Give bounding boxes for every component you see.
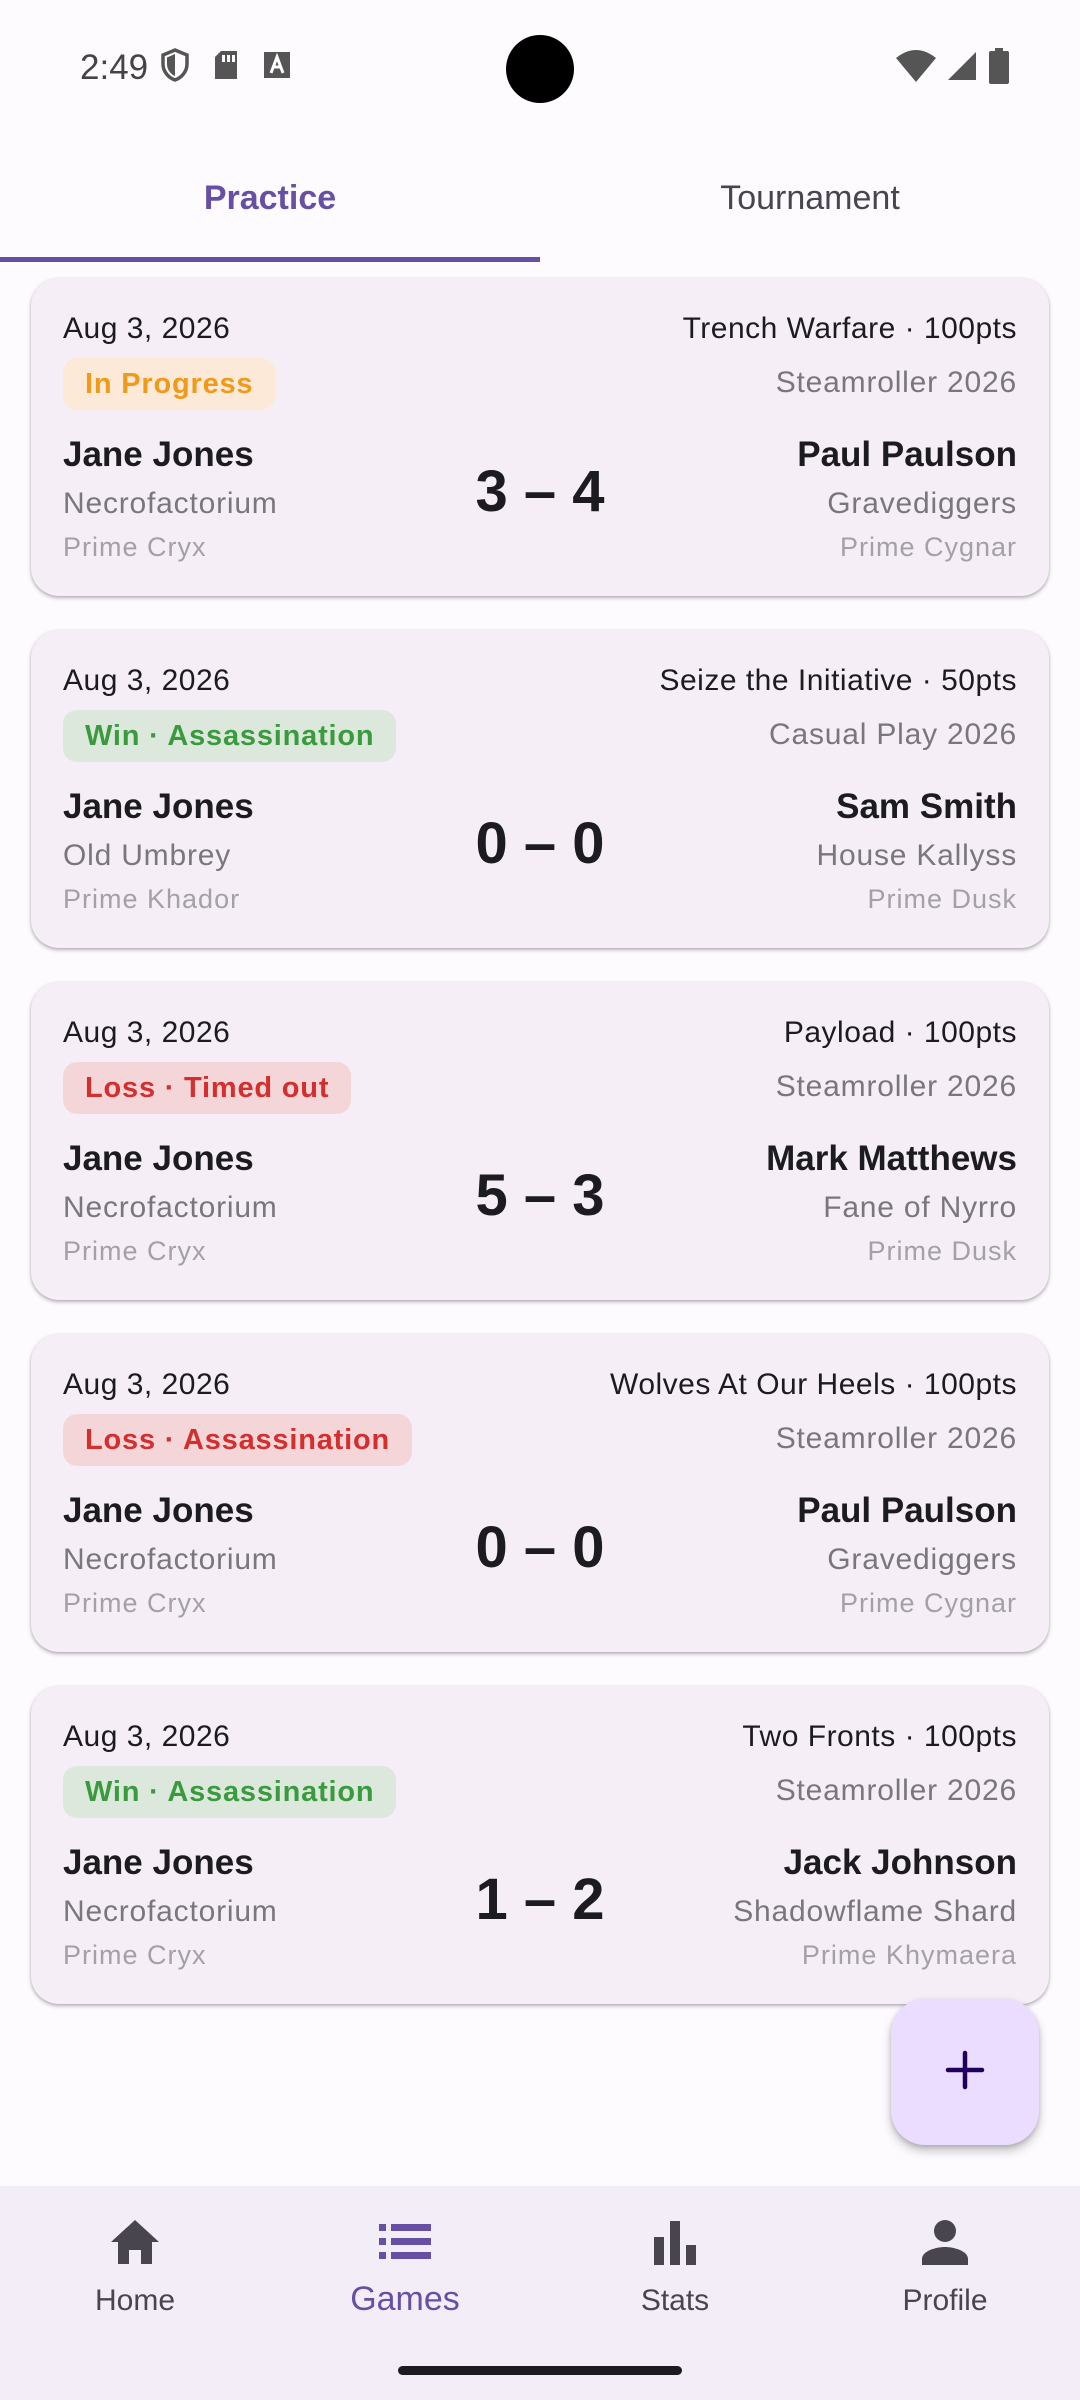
game-card[interactable]: Aug 3, 2026 Two Fronts · 100pts Win · As… <box>31 1686 1049 2004</box>
wifi-icon <box>896 50 936 82</box>
game-card[interactable]: Aug 3, 2026 Trench Warfare · 100pts In P… <box>31 278 1049 596</box>
tab-bar: Practice Tournament <box>0 135 1080 262</box>
game-event: Casual Play 2026 <box>769 718 1017 751</box>
game-date: Aug 3, 2026 <box>63 1368 231 1401</box>
camera-cutout <box>506 35 574 103</box>
game-scenario: Two Fronts · 100pts <box>742 1720 1017 1753</box>
game-scenario: Wolves At Our Heels · 100pts <box>610 1368 1017 1401</box>
player2-caster: Prime Cygnar <box>839 1588 1017 1618</box>
tab-indicator <box>0 257 540 262</box>
player1-caster: Prime Cryx <box>63 532 207 562</box>
nav-item-home[interactable]: Home <box>35 2210 235 2340</box>
game-date: Aug 3, 2026 <box>63 664 231 697</box>
player2-caster: Prime Cygnar <box>839 532 1017 562</box>
player2-faction: House Kallyss <box>816 839 1017 872</box>
battery-icon <box>988 48 1010 84</box>
shield-icon <box>160 48 190 82</box>
status-badge: Win · Assassination <box>63 1766 397 1818</box>
status-time: 2:49 <box>80 48 149 87</box>
game-scenario: Trench Warfare · 100pts <box>682 312 1017 345</box>
game-event: Steamroller 2026 <box>775 366 1017 399</box>
game-event: Steamroller 2026 <box>775 1070 1017 1103</box>
game-event: Steamroller 2026 <box>775 1422 1017 1455</box>
player2-name: Mark Matthews <box>766 1139 1017 1178</box>
game-card[interactable]: Aug 3, 2026 Seize the Initiative · 50pts… <box>31 630 1049 948</box>
player2-faction: Fane of Nyrro <box>823 1191 1017 1224</box>
tab-practice[interactable]: Practice <box>0 135 540 262</box>
player2-name: Sam Smith <box>836 787 1017 826</box>
home-icon <box>109 2210 161 2274</box>
home-indicator[interactable] <box>398 2366 682 2375</box>
game-date: Aug 3, 2026 <box>63 1720 231 1753</box>
status-icons-left <box>160 48 292 82</box>
player2-caster: Prime Dusk <box>867 884 1017 914</box>
person-icon <box>922 2210 968 2274</box>
nav-label: Games <box>350 2280 460 2318</box>
nav-label: Profile <box>902 2284 988 2317</box>
tab-tournament[interactable]: Tournament <box>540 135 1080 262</box>
status-badge: Loss · Timed out <box>63 1062 352 1114</box>
nav-item-profile[interactable]: Profile <box>845 2210 1045 2340</box>
plus-icon <box>944 2049 986 2096</box>
player2-faction: Shadowflame Shard <box>733 1895 1017 1928</box>
game-event: Steamroller 2026 <box>775 1774 1017 1807</box>
status-badge: Win · Assassination <box>63 710 397 762</box>
player2-name: Jack Johnson <box>783 1843 1017 1882</box>
status-badge: In Progress <box>63 358 276 410</box>
player1-caster: Prime Khador <box>63 884 241 914</box>
player1-caster: Prime Cryx <box>63 1940 207 1970</box>
game-card[interactable]: Aug 3, 2026 Wolves At Our Heels · 100pts… <box>31 1334 1049 1652</box>
game-date: Aug 3, 2026 <box>63 312 231 345</box>
game-list: Aug 3, 2026 Trench Warfare · 100pts In P… <box>31 278 1049 2038</box>
player2-faction: Gravediggers <box>827 487 1017 520</box>
font-a-icon <box>262 50 292 80</box>
game-scenario: Seize the Initiative · 50pts <box>659 664 1017 697</box>
nav-label: Stats <box>640 2284 710 2317</box>
tab-label: Tournament <box>720 179 900 217</box>
tab-label: Practice <box>203 179 337 217</box>
nav-label: Home <box>94 2284 176 2317</box>
game-card[interactable]: Aug 3, 2026 Payload · 100pts Loss · Time… <box>31 982 1049 1300</box>
sd-card-icon <box>212 49 240 81</box>
player1-caster: Prime Cryx <box>63 1588 207 1618</box>
player2-faction: Gravediggers <box>827 1543 1017 1576</box>
game-date: Aug 3, 2026 <box>63 1016 231 1049</box>
add-game-button[interactable] <box>891 1999 1039 2145</box>
player2-caster: Prime Khymaera <box>801 1940 1017 1970</box>
bar-chart-icon <box>652 2210 698 2274</box>
player2-name: Paul Paulson <box>797 435 1017 474</box>
status-icons-right <box>896 48 1010 84</box>
list-icon <box>379 2210 431 2274</box>
cell-signal-icon <box>946 50 978 82</box>
status-bar: 2:49 <box>0 0 1080 135</box>
game-scenario: Payload · 100pts <box>783 1016 1017 1049</box>
nav-item-stats[interactable]: Stats <box>575 2210 775 2340</box>
player2-name: Paul Paulson <box>797 1491 1017 1530</box>
player2-caster: Prime Dusk <box>867 1236 1017 1266</box>
player1-caster: Prime Cryx <box>63 1236 207 1266</box>
status-badge: Loss · Assassination <box>63 1414 413 1466</box>
nav-item-games[interactable]: Games <box>305 2210 505 2340</box>
